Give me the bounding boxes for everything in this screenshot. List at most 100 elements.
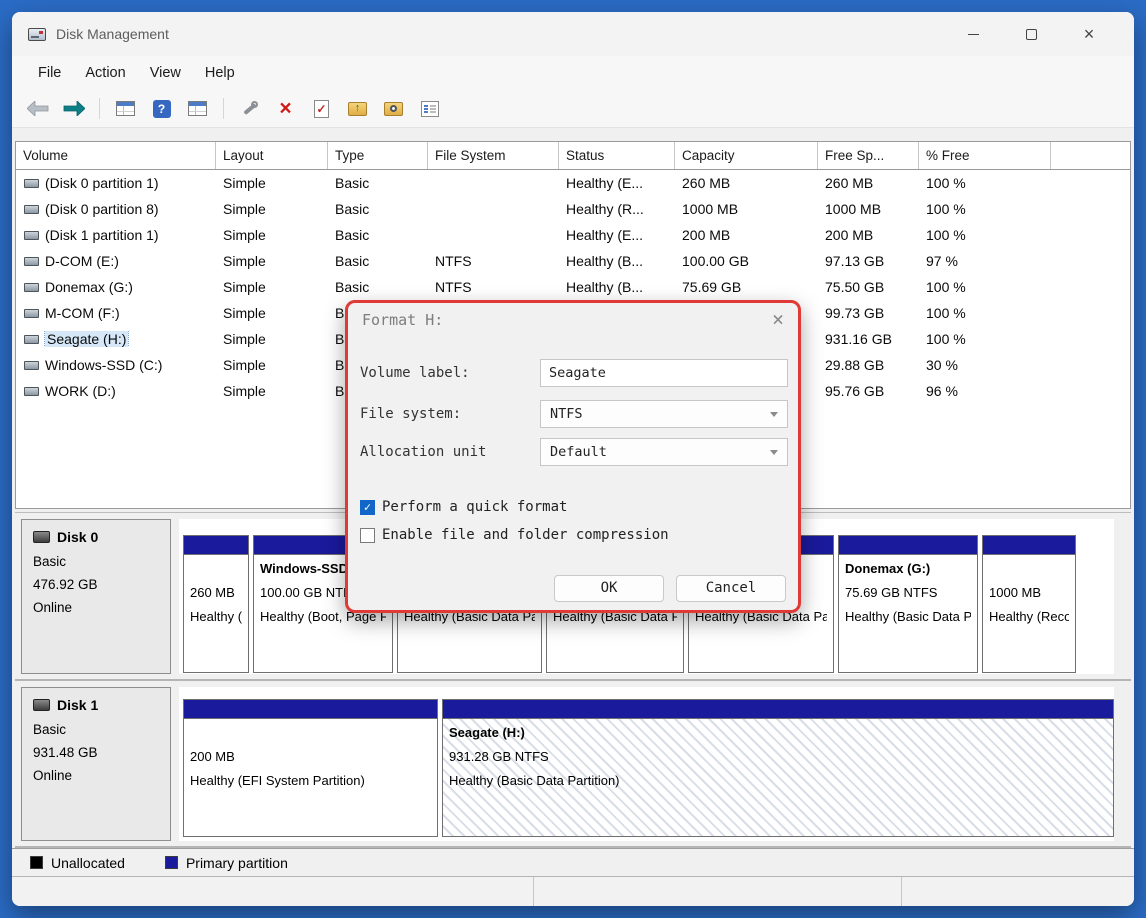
cell-pct: 100 % [919,201,1051,217]
column-header-capacity[interactable]: Capacity [675,142,818,169]
column-header-pct-free[interactable]: % Free [919,142,1051,169]
cell-pct: 96 % [919,383,1051,399]
file-system-select[interactable]: NTFS [540,400,788,428]
table-row[interactable]: (Disk 0 partition 8) Simple Basic Health… [16,196,1130,222]
cell-layout: Simple [216,201,328,217]
maximize-button[interactable] [1002,14,1060,54]
menu-help[interactable]: Help [193,61,247,85]
forward-icon [63,101,85,116]
partition-block[interactable]: 260 MB Healthy (EFI System Partition) [183,535,249,673]
cell-pct: 100 % [919,331,1051,347]
back-icon [27,101,49,116]
table-row[interactable]: (Disk 1 partition 1) Simple Basic Health… [16,222,1130,248]
properties-button[interactable] [416,96,443,122]
cell-capacity: 260 MB [675,175,818,191]
action-pane-button[interactable] [184,96,211,122]
cell-status: Healthy (E... [559,227,675,243]
back-button[interactable] [24,96,51,122]
window-controls: × [944,14,1118,54]
tools-button[interactable] [236,96,263,122]
cell-status: Healthy (B... [559,253,675,269]
cell-layout: Simple [216,383,328,399]
close-button[interactable]: × [1060,14,1118,54]
partition-type-bar [443,700,1113,719]
cell-type: Basic [328,279,428,295]
cell-free: 260 MB [818,175,919,191]
quick-format-checkbox[interactable]: ✓ [360,500,375,515]
cell-layout: Simple [216,305,328,321]
partition-block-seagate-selected[interactable]: Seagate (H:) 931.28 GB NTFS Healthy (Bas… [442,699,1114,837]
table-row[interactable]: D-COM (E:) Simple Basic NTFS Healthy (B.… [16,248,1130,274]
disk-0-info-panel[interactable]: Disk 0 Basic 476.92 GB Online [21,519,171,674]
menu-file[interactable]: File [26,61,73,85]
partition-label: Seagate (H:) [449,721,1107,745]
cell-status: Healthy (B... [559,279,675,295]
delete-volume-button[interactable]: × [272,96,299,122]
console-tree-icon [116,101,135,116]
check-volume-button[interactable]: ✓ [308,96,335,122]
toolbar: ? × ✓ ↑ [12,90,1134,128]
disk-1-info-panel[interactable]: Disk 1 Basic 931.48 GB Online [21,687,171,842]
cell-type: Basic [328,175,428,191]
forward-button[interactable] [60,96,87,122]
quick-format-row: ✓ Perform a quick format [360,499,567,515]
menu-view[interactable]: View [138,61,193,85]
partition-block-donemax[interactable]: Donemax (G:) 75.69 GB NTFS Healthy (Basi… [838,535,978,673]
cell-free: 200 MB [818,227,919,243]
column-header-file-system[interactable]: File System [428,142,559,169]
action-pane-icon [188,101,207,116]
explore-folder-button[interactable] [380,96,407,122]
cell-pct: 97 % [919,253,1051,269]
volume-icon [24,257,39,266]
cell-layout: Simple [216,279,328,295]
window-title: Disk Management [56,26,169,42]
compression-checkbox[interactable] [360,528,375,543]
column-header-filler [1051,142,1130,169]
ok-button[interactable]: OK [554,575,664,602]
status-bar [12,876,1134,906]
titlebar: Disk Management × [12,12,1134,56]
partition-type-bar [184,536,248,555]
partition-block-efi[interactable]: 200 MB Healthy (EFI System Partition) [183,699,438,837]
table-row[interactable]: Donemax (G:) Simple Basic NTFS Healthy (… [16,274,1130,300]
table-row[interactable]: (Disk 0 partition 1) Simple Basic Health… [16,170,1130,196]
allocation-unit-select[interactable]: Default [540,438,788,466]
cell-type: Basic [328,227,428,243]
volume-label-input[interactable] [540,359,788,387]
column-header-volume[interactable]: Volume [16,142,216,169]
help-button[interactable]: ? [148,96,175,122]
column-header-status[interactable]: Status [559,142,675,169]
volume-label-row: Volume label: [360,359,788,387]
cell-pct: 30 % [919,357,1051,373]
cell-pct: 100 % [919,305,1051,321]
dialog-close-icon[interactable]: × [772,307,784,331]
cell-capacity: 1000 MB [675,201,818,217]
cancel-button[interactable]: Cancel [676,575,786,602]
column-header-layout[interactable]: Layout [216,142,328,169]
partition-label [989,557,1069,581]
disk-name: Disk 1 [57,697,98,713]
partition-status: Healthy (Basic Data Partition) [845,605,971,629]
open-folder-icon: ↑ [348,102,367,116]
open-folder-button[interactable]: ↑ [344,96,371,122]
compression-label: Enable file and folder compression [382,527,669,543]
volume-name: Windows-SSD (C:) [45,357,162,373]
volume-name: (Disk 1 partition 1) [45,227,159,243]
column-header-type[interactable]: Type [328,142,428,169]
legend-bar: Unallocated Primary partition [12,848,1134,876]
legend-unallocated-label: Unallocated [51,855,125,871]
column-header-free-space[interactable]: Free Sp... [818,142,919,169]
quick-format-label: Perform a quick format [382,499,567,515]
cell-status: Healthy (E... [559,175,675,191]
menu-action[interactable]: Action [73,61,137,85]
partition-size: 931.28 GB NTFS [449,745,1107,769]
cell-fs: NTFS [428,253,559,269]
disk-kind: Basic [33,550,159,573]
cell-capacity: 100.00 GB [675,253,818,269]
volume-name: (Disk 0 partition 8) [45,201,159,217]
partition-block[interactable]: 1000 MB Healthy (Recovery Partition) [982,535,1076,673]
volume-name: Donemax (G:) [45,279,133,295]
minimize-button[interactable] [944,14,1002,54]
console-tree-button[interactable] [112,96,139,122]
chevron-down-icon [770,450,778,455]
